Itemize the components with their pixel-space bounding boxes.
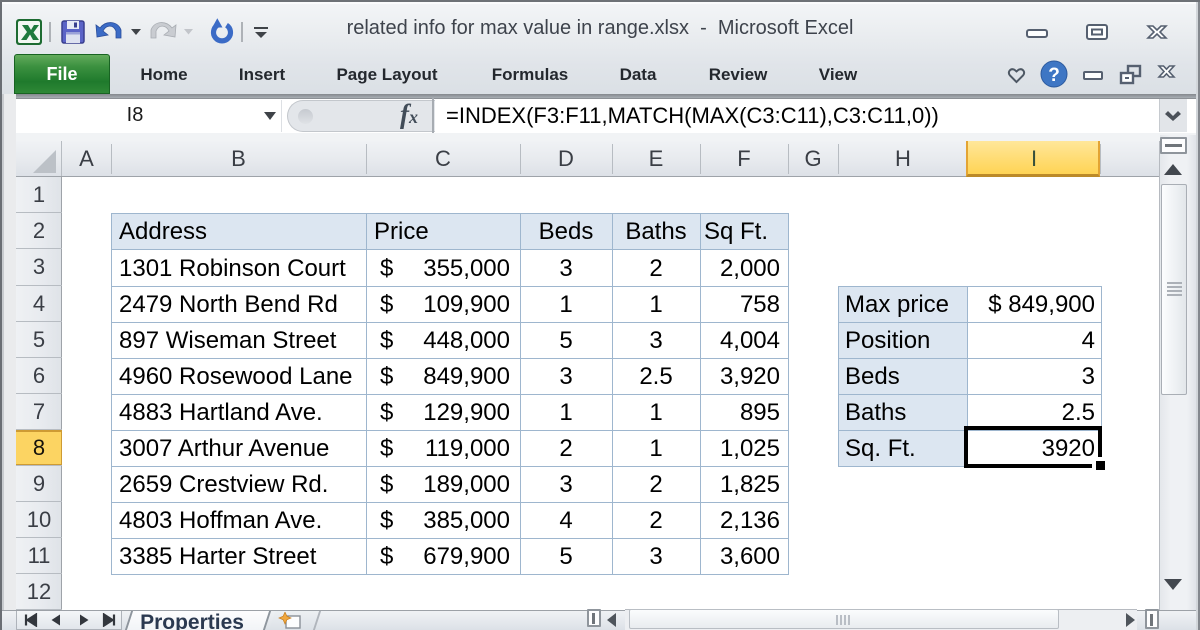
svg-text:?: ? bbox=[1048, 65, 1060, 86]
